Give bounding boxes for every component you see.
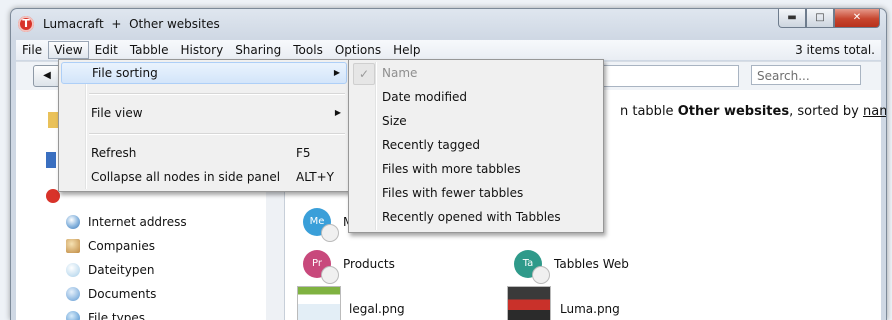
sidebar-item-documents[interactable]: Documents <box>66 284 156 304</box>
back-arrow-icon: ◀ <box>43 70 51 81</box>
view-menu-dropdown: File sorting ▶ File view ▶ Refresh F5 Co… <box>58 59 350 192</box>
sort-option-recently-tagged[interactable]: Recently tagged <box>351 133 601 157</box>
address-bar[interactable] <box>602 65 739 87</box>
folder-icon <box>48 112 58 128</box>
app-name: Lumacraft <box>43 17 104 31</box>
menu-item-label: Refresh <box>91 146 137 160</box>
tabble-tile[interactable]: Me M <box>303 208 353 242</box>
tabble-bubble-icon: Me <box>303 208 339 242</box>
items-total-status: 3 items total. <box>795 43 875 57</box>
window-title: Lumacraft + Other websites <box>43 17 220 31</box>
sort-by-link[interactable]: name <box>863 104 886 119</box>
file-thumbnail[interactable] <box>507 286 551 320</box>
menu-separator <box>89 93 345 95</box>
menu-tools[interactable]: Tools <box>287 41 329 59</box>
app-logo-icon: T <box>18 16 34 32</box>
menu-item-file-view[interactable]: File view ▶ <box>61 102 347 124</box>
menu-item-collapse-all[interactable]: Collapse all nodes in side panel ALT+Y <box>61 166 347 188</box>
sort-option-fewer-tabbles[interactable]: Files with fewer tabbles <box>351 181 601 205</box>
sort-option-date-modified[interactable]: Date modified <box>351 85 601 109</box>
file-item[interactable]: Luma.png <box>560 302 620 316</box>
tabble-bubble-icon: Ta <box>514 250 550 284</box>
documents-icon <box>66 287 80 301</box>
desc-mid: , sorted by <box>789 104 859 119</box>
tabble-tile[interactable]: Ta Tabbles Web <box>514 250 629 284</box>
sort-option-label: Recently opened with Tabbles <box>382 210 561 224</box>
tabble-label: Tabbles Web <box>554 257 629 271</box>
file-label: Luma.png <box>560 302 620 316</box>
menu-file[interactable]: File <box>16 41 48 59</box>
file-thumbnail[interactable] <box>297 286 341 320</box>
menu-view[interactable]: View <box>48 41 89 59</box>
window-controls: ▬ □ ✕ <box>778 9 880 29</box>
menu-item-refresh[interactable]: Refresh F5 <box>61 142 347 164</box>
menu-shortcut: ALT+Y <box>296 170 334 184</box>
sort-option-label: Files with fewer tabbles <box>382 186 524 200</box>
minimize-button[interactable]: ▬ <box>778 9 806 28</box>
menu-bar: File View Edit Tabble History Sharing To… <box>16 40 881 60</box>
desc-prefix: n tabble <box>620 104 674 119</box>
close-button[interactable]: ✕ <box>834 9 880 28</box>
menu-edit[interactable]: Edit <box>89 41 124 59</box>
sidebar-item-file-types[interactable]: File types <box>66 308 145 320</box>
sort-option-label: Size <box>382 114 407 128</box>
menu-separator <box>89 133 345 135</box>
sort-option-label: Date modified <box>382 90 468 104</box>
companies-icon <box>66 239 80 253</box>
sort-option-label: Files with more tabbles <box>382 162 521 176</box>
menu-item-label: File sorting <box>92 66 158 80</box>
maximize-button[interactable]: □ <box>806 9 834 28</box>
back-button[interactable]: ◀ <box>33 65 61 87</box>
sidebar-item-label: Dateitypen <box>88 263 155 277</box>
sort-option-size[interactable]: Size <box>351 109 601 133</box>
menu-shortcut: F5 <box>296 146 311 160</box>
file-item[interactable]: legal.png <box>349 302 405 316</box>
menu-help[interactable]: Help <box>387 41 426 59</box>
sidebar-item-label: Documents <box>88 287 157 301</box>
menu-tabble[interactable]: Tabble <box>124 41 175 59</box>
menu-history[interactable]: History <box>174 41 229 59</box>
tabble-label: Products <box>343 257 395 271</box>
tabble-description: n tabble Other websites, sorted by name. <box>620 104 886 119</box>
file-types-icon <box>66 263 80 277</box>
file-label: legal.png <box>349 302 405 316</box>
title-separator: + <box>111 17 122 31</box>
menu-sharing[interactable]: Sharing <box>229 41 287 59</box>
sidebar-item-label: Companies <box>88 239 155 253</box>
sidebar-item-label: Internet address <box>88 215 187 229</box>
submenu-arrow-icon: ▶ <box>333 68 340 77</box>
menu-options[interactable]: Options <box>329 41 387 59</box>
sidebar-item-companies[interactable]: Companies <box>66 236 155 256</box>
sort-option-label: Recently tagged <box>382 138 481 152</box>
file-sorting-submenu: ✓ Name Date modified Size Recently tagge… <box>348 59 604 233</box>
globe-icon <box>66 215 80 229</box>
tabble-name: Other websites <box>677 104 790 119</box>
title-suffix: Other websites <box>129 17 220 31</box>
check-icon: ✓ <box>353 63 375 85</box>
sidebar-item-dateitypen[interactable]: Dateitypen <box>66 260 154 280</box>
menu-item-label: Collapse all nodes in side panel <box>91 170 281 184</box>
sort-option-more-tabbles[interactable]: Files with more tabbles <box>351 157 601 181</box>
title-bar[interactable]: T Lumacraft + Other websites ▬ □ ✕ <box>11 9 886 39</box>
sort-option-label: Name <box>382 66 418 80</box>
tabble-bubble-icon: Pr <box>303 250 339 284</box>
search-input[interactable]: Search... <box>751 65 861 85</box>
menu-item-file-sorting[interactable]: File sorting ▶ <box>61 62 347 84</box>
network-icon <box>46 152 56 168</box>
submenu-arrow-icon: ▶ <box>334 108 341 117</box>
menu-item-label: File view <box>91 106 143 120</box>
sort-option-name[interactable]: ✓ Name <box>351 61 601 85</box>
sort-option-recently-opened[interactable]: Recently opened with Tabbles <box>351 205 601 229</box>
tabble-tile[interactable]: Pr Products <box>303 250 395 284</box>
sidebar-item-internet-address[interactable]: Internet address <box>66 212 187 232</box>
